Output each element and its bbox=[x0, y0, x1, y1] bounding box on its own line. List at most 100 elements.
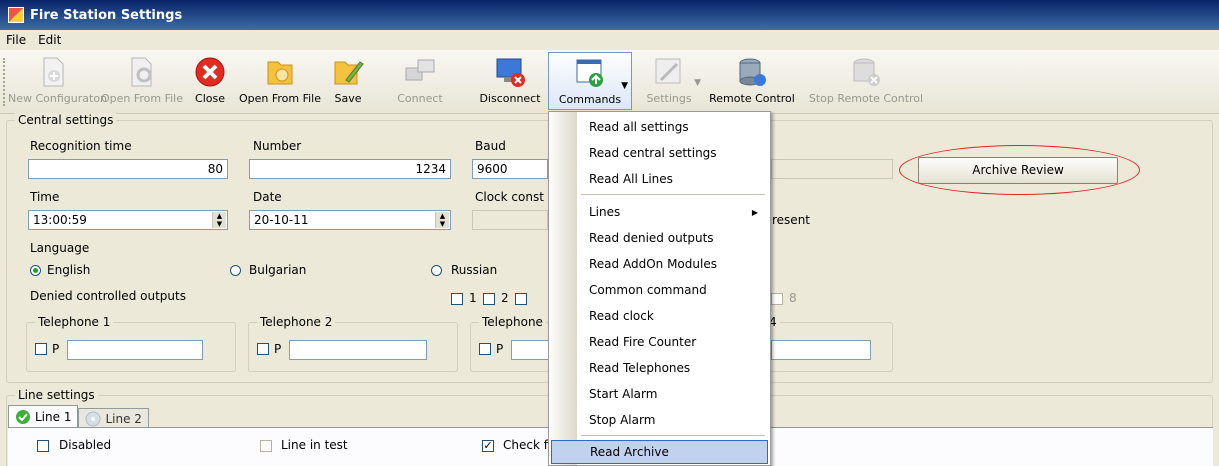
open-from-file-disabled-button[interactable]: Open From File bbox=[100, 50, 184, 112]
remote-control-button[interactable]: Remote Control bbox=[706, 50, 798, 112]
remote-control-icon bbox=[735, 55, 769, 89]
menu-item-label: Read all settings bbox=[589, 120, 689, 134]
denied-output-3-checkbox[interactable] bbox=[515, 293, 527, 305]
menu-item-read-archive[interactable]: Read Archive bbox=[551, 440, 768, 464]
baud-label: Baud bbox=[475, 139, 506, 153]
denied-output-1-label: 1 bbox=[469, 291, 477, 305]
connect-button[interactable]: Connect bbox=[372, 50, 468, 112]
time-spinner[interactable]: ▲ ▼ bbox=[212, 212, 226, 228]
denied-outputs-label: Denied controlled outputs bbox=[30, 289, 186, 303]
recognition-time-label: Recognition time bbox=[30, 139, 132, 153]
menu-item-stop-alarm[interactable]: Stop Alarm bbox=[551, 408, 768, 432]
title-bar: Fire Station Settings bbox=[0, 0, 1219, 30]
telephone-1-prefix: P bbox=[52, 342, 60, 356]
line-in-test-checkbox[interactable] bbox=[260, 440, 272, 452]
menu-item-label: Read central settings bbox=[589, 146, 717, 160]
english-radio[interactable] bbox=[30, 265, 41, 276]
menu-item-read-addon-modules[interactable]: Read AddOn Modules bbox=[551, 252, 768, 276]
clock-const-label: Clock const bbox=[475, 190, 544, 204]
window-title: Fire Station Settings bbox=[30, 7, 183, 23]
line-settings-title: Line settings bbox=[15, 388, 98, 402]
number-label: Number bbox=[253, 139, 302, 153]
menu-item-start-alarm[interactable]: Start Alarm bbox=[551, 382, 768, 406]
language-label: Language bbox=[30, 241, 90, 255]
telephone-3-prefix: P bbox=[496, 342, 504, 356]
commands-menu: Read all settings Read central settings … bbox=[548, 111, 771, 466]
denied-output-2-checkbox[interactable] bbox=[483, 293, 495, 305]
menu-item-read-clock[interactable]: Read clock bbox=[551, 304, 768, 328]
toolbar-grip[interactable] bbox=[3, 58, 6, 106]
menu-item-read-all-lines[interactable]: Read All Lines bbox=[551, 167, 768, 191]
russian-radio[interactable] bbox=[431, 265, 442, 276]
telephone-3-checkbox[interactable] bbox=[479, 343, 491, 355]
open-gear-icon bbox=[125, 55, 159, 89]
telephone-4-input[interactable] bbox=[771, 340, 871, 360]
time-value: 13:00:59 bbox=[33, 213, 87, 227]
menu-file[interactable]: File bbox=[0, 33, 32, 47]
date-spinner[interactable]: ▲ ▼ bbox=[435, 212, 449, 228]
telephone-3-input[interactable] bbox=[511, 340, 551, 360]
tab-line-2[interactable]: Line 2 bbox=[78, 408, 149, 428]
telephone-1-checkbox[interactable] bbox=[35, 343, 47, 355]
telephone-2-input[interactable] bbox=[289, 340, 427, 360]
english-label: English bbox=[47, 263, 91, 277]
new-configuration-button[interactable]: New Configuraton bbox=[8, 50, 107, 112]
save-folder-icon bbox=[331, 55, 365, 89]
new-configuration-icon bbox=[36, 55, 70, 89]
telephone-3-title: Telephone bbox=[479, 315, 546, 329]
denied-output-8-checkbox[interactable] bbox=[771, 293, 783, 305]
menu-item-label: Read All Lines bbox=[589, 172, 673, 186]
commands-button[interactable]: Commands ▼ bbox=[548, 52, 632, 110]
disabled-checkbox[interactable] bbox=[37, 440, 49, 452]
menu-item-label: Read AddOn Modules bbox=[589, 257, 717, 271]
menu-item-label: Start Alarm bbox=[589, 387, 658, 401]
submenu-arrow-icon: ▶ bbox=[751, 207, 758, 217]
menu-item-common-command[interactable]: Common command bbox=[551, 278, 768, 302]
disc-icon bbox=[85, 411, 101, 426]
close-icon bbox=[193, 55, 227, 89]
save-button[interactable]: Save bbox=[326, 50, 370, 112]
menu-item-read-central-settings[interactable]: Read central settings bbox=[551, 141, 768, 165]
menu-separator bbox=[581, 194, 765, 195]
settings-icon bbox=[652, 55, 686, 89]
menu-item-label: Common command bbox=[589, 283, 707, 297]
check-checkbox[interactable]: ✓ bbox=[482, 440, 494, 452]
commands-dropdown-caret-icon: ▼ bbox=[621, 81, 628, 91]
stop-remote-control-button[interactable]: Stop Remote Control bbox=[800, 50, 932, 112]
stop-remote-control-icon bbox=[849, 55, 883, 89]
denied-output-1-checkbox[interactable] bbox=[451, 293, 463, 305]
bulgarian-radio[interactable] bbox=[230, 265, 241, 276]
toolbar: New Configuraton Open From File Close Op… bbox=[0, 50, 1219, 114]
tab-line-1[interactable]: Line 1 bbox=[8, 405, 79, 428]
clock-const-input[interactable] bbox=[472, 210, 548, 230]
menu-item-label: Read Telephones bbox=[589, 361, 691, 375]
annotation-ellipse bbox=[899, 145, 1140, 195]
number-input[interactable]: 1234 bbox=[249, 159, 451, 179]
menu-item-label: Read denied outputs bbox=[589, 231, 714, 245]
date-value: 20-10-11 bbox=[254, 213, 309, 227]
line-in-test-label: Line in test bbox=[281, 438, 348, 452]
menu-edit[interactable]: Edit bbox=[32, 33, 67, 47]
menu-item-read-all-settings[interactable]: Read all settings bbox=[551, 115, 768, 139]
telephone-2-checkbox[interactable] bbox=[257, 343, 269, 355]
date-label: Date bbox=[253, 190, 282, 204]
time-input[interactable]: 13:00:59 ▲ ▼ bbox=[28, 210, 228, 230]
close-button[interactable]: Close bbox=[186, 50, 234, 112]
recognition-time-input[interactable]: 80 bbox=[28, 159, 228, 179]
settings-button[interactable]: Settings ▼ bbox=[634, 50, 704, 112]
app-icon bbox=[8, 7, 24, 23]
menu-item-read-fire-counter[interactable]: Read Fire Counter bbox=[551, 330, 768, 354]
connect-icon bbox=[403, 55, 437, 89]
present-label: resent bbox=[772, 213, 810, 227]
menu-item-read-denied-outputs[interactable]: Read denied outputs bbox=[551, 226, 768, 250]
disconnect-button[interactable]: Disconnect bbox=[474, 50, 546, 112]
telephone-2-prefix: P bbox=[274, 342, 282, 356]
open-from-file-button[interactable]: Open From File bbox=[236, 50, 324, 112]
telephone-1-input[interactable] bbox=[67, 340, 203, 360]
menu-item-lines[interactable]: Lines ▶ bbox=[551, 200, 768, 224]
menu-item-read-telephones[interactable]: Read Telephones bbox=[551, 356, 768, 380]
baud-input[interactable]: 9600 bbox=[472, 159, 548, 179]
menu-item-label: Read clock bbox=[589, 309, 654, 323]
date-input[interactable]: 20-10-11 ▲ ▼ bbox=[249, 210, 451, 230]
menu-bar: File Edit bbox=[0, 30, 1219, 50]
